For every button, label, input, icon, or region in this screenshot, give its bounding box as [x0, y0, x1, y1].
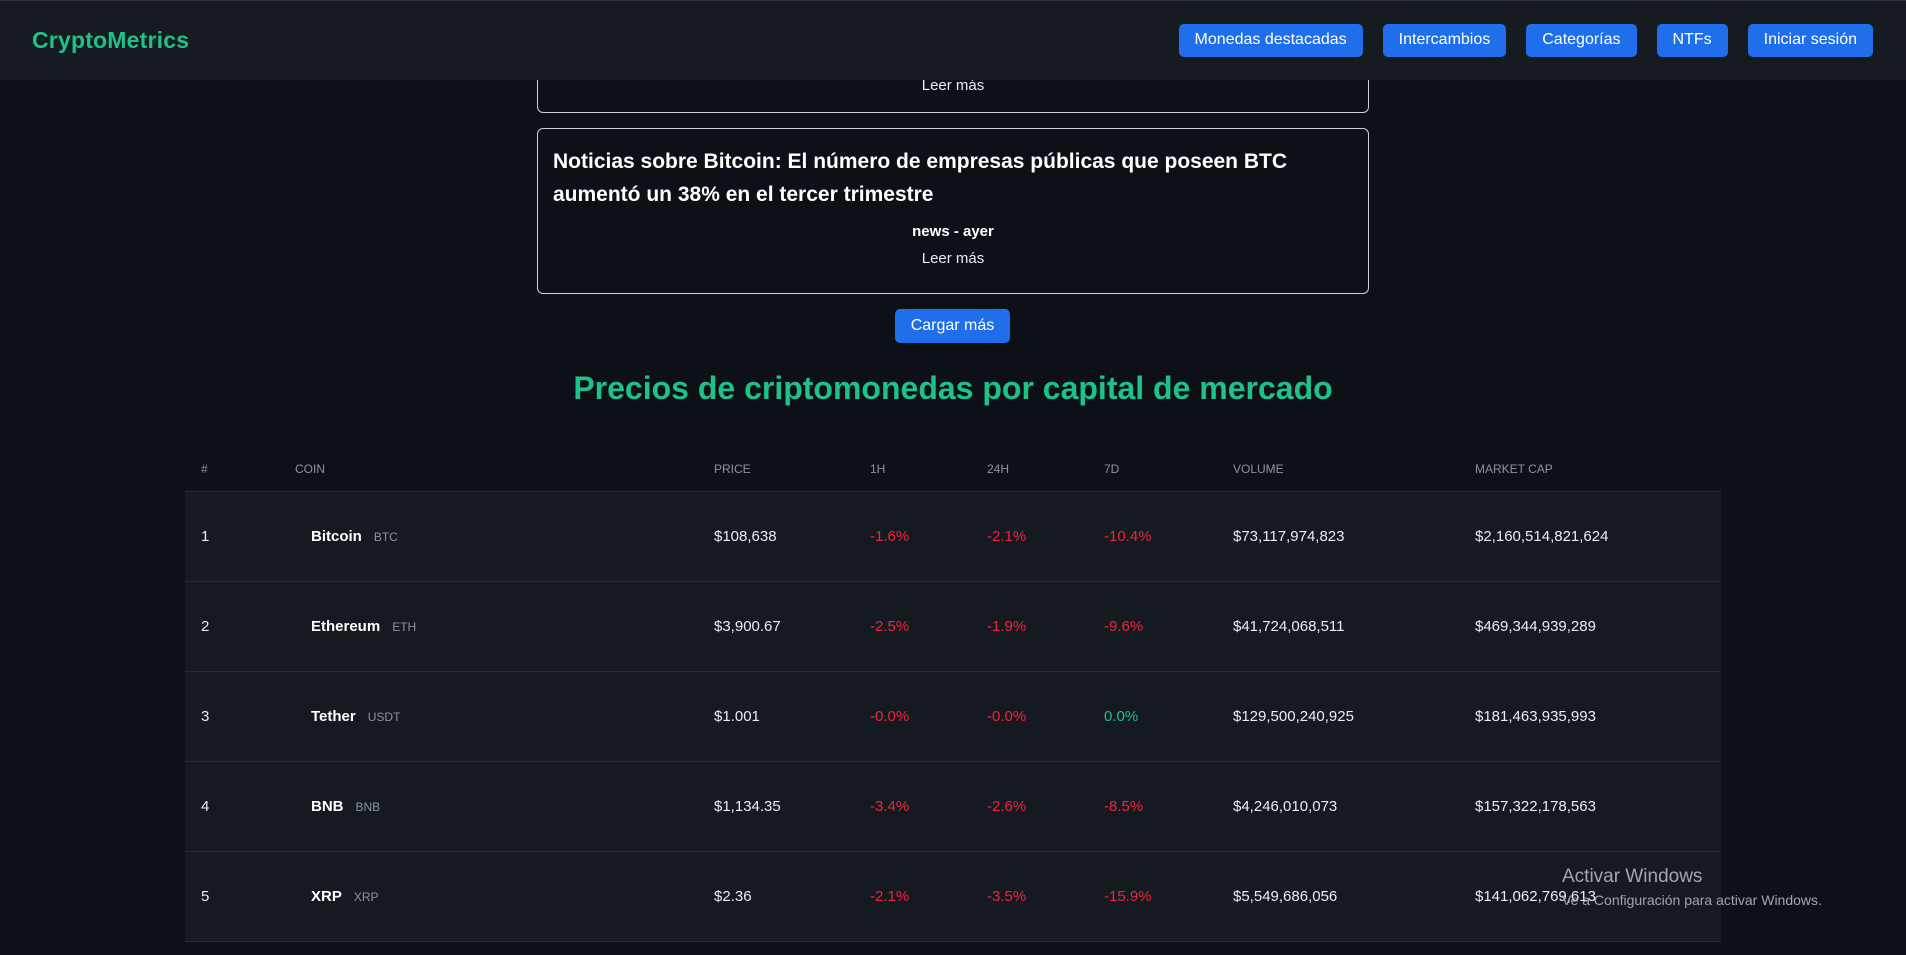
- market-section-title: Precios de criptomonedas por capital de …: [573, 370, 1333, 406]
- column-header-coin[interactable]: COIN: [263, 447, 698, 492]
- rank-cell: 2: [201, 617, 210, 635]
- table-row[interactable]: 3 Tether USDT $1.001 -0.0% -0.0% 0.0% $12…: [185, 671, 1721, 761]
- news-card: Noticias sobre Bitcoin: El número de emp…: [537, 128, 1369, 294]
- change-1h-cell: -0.0%: [870, 707, 910, 725]
- change-24h-cell: -2.6%: [987, 797, 1027, 815]
- news-title: Noticias sobre Bitcoin: El número de emp…: [553, 150, 1288, 206]
- column-header-rank[interactable]: #: [185, 447, 263, 492]
- change-7d-cell: -8.5%: [1104, 797, 1144, 815]
- coin-name[interactable]: Tether: [311, 708, 356, 725]
- coin-cell[interactable]: Ethereum ETH: [279, 618, 682, 635]
- market-cap-cell: $181,463,935,993: [1475, 707, 1596, 725]
- login-button[interactable]: Iniciar sesión: [1747, 23, 1873, 57]
- change-7d-cell: -15.9%: [1104, 887, 1152, 905]
- nav-featured-coins-button[interactable]: Monedas destacadas: [1178, 23, 1363, 57]
- coin-cell[interactable]: BNB BNB: [279, 798, 682, 815]
- volume-cell: $129,500,240,925: [1233, 707, 1354, 725]
- market-cap-cell: $157,322,178,563: [1475, 797, 1596, 815]
- price-cell: $1,134.35: [714, 797, 781, 815]
- market-table-container: # COIN PRICE 1H 24H 7D VOLUME MARKET CAP…: [185, 447, 1721, 942]
- column-header-volume[interactable]: VOLUME: [1217, 447, 1459, 492]
- load-more-button[interactable]: Cargar más: [895, 309, 1010, 343]
- column-header-7d[interactable]: 7D: [1088, 447, 1217, 492]
- coin-symbol: USDT: [367, 709, 401, 724]
- change-7d-cell: -9.6%: [1104, 617, 1144, 635]
- table-row[interactable]: 5 XRP XRP $2.36 -2.1% -3.5% -15.9% $5,549…: [185, 851, 1721, 941]
- table-row[interactable]: 1 Bitcoin BTC $108,638 -1.6% -2.1% -10.4%…: [185, 491, 1721, 581]
- column-header-price[interactable]: PRICE: [698, 447, 854, 492]
- rank-cell: 3: [201, 707, 210, 725]
- price-cell: $1.001: [714, 707, 760, 725]
- table-header-row: # COIN PRICE 1H 24H 7D VOLUME MARKET CAP: [185, 447, 1721, 492]
- market-cap-cell: $469,344,939,289: [1475, 617, 1596, 635]
- coin-cell[interactable]: XRP XRP: [279, 888, 682, 905]
- change-24h-cell: -1.9%: [987, 617, 1027, 635]
- change-1h-cell: -2.5%: [870, 617, 910, 635]
- price-cell: $2.36: [714, 887, 752, 905]
- coin-cell[interactable]: Tether USDT: [279, 708, 682, 725]
- change-7d-cell: -10.4%: [1104, 527, 1152, 545]
- windows-activation-watermark: Activar Windows Ve a Configuración para …: [1562, 866, 1822, 908]
- table-row[interactable]: 4 BNB BNB $1,134.35 -3.4% -2.6% -8.5% $4,…: [185, 761, 1721, 851]
- change-24h-cell: -3.5%: [987, 887, 1027, 905]
- coin-name[interactable]: XRP: [311, 888, 342, 905]
- nav-exchanges-button[interactable]: Intercambios: [1382, 23, 1507, 57]
- rank-cell: 5: [201, 887, 210, 905]
- change-1h-cell: -3.4%: [870, 797, 910, 815]
- volume-cell: $5,549,686,056: [1233, 887, 1338, 905]
- column-header-1h[interactable]: 1H: [854, 447, 971, 492]
- change-24h-cell: -0.0%: [987, 707, 1027, 725]
- market-cap-cell: $2,160,514,821,624: [1475, 527, 1609, 545]
- watermark-subtitle: Ve a Configuración para activar Windows.: [1562, 892, 1822, 908]
- coin-symbol: XRP: [353, 889, 379, 904]
- nav-nfts-button[interactable]: NTFs: [1656, 23, 1728, 57]
- nav-categories-button[interactable]: Categorías: [1526, 23, 1637, 57]
- change-7d-cell: 0.0%: [1104, 707, 1139, 725]
- coin-symbol: BTC: [373, 529, 398, 544]
- change-24h-cell: -2.1%: [987, 527, 1027, 545]
- news-meta: news - ayer: [912, 223, 994, 240]
- coin-symbol: ETH: [392, 619, 417, 634]
- change-1h-cell: -2.1%: [870, 887, 910, 905]
- column-header-24h[interactable]: 24H: [971, 447, 1088, 492]
- price-cell: $3,900.67: [714, 617, 781, 635]
- coin-name[interactable]: Bitcoin: [311, 528, 362, 545]
- column-header-market-cap[interactable]: MARKET CAP: [1459, 447, 1721, 492]
- volume-cell: $41,724,068,511: [1233, 617, 1345, 635]
- coin-name[interactable]: Ethereum: [311, 618, 380, 635]
- rank-cell: 4: [201, 797, 210, 815]
- change-1h-cell: -1.6%: [870, 527, 910, 545]
- price-cell: $108,638: [714, 527, 777, 545]
- nav-buttons: Monedas destacadas Intercambios Categorí…: [1178, 23, 1873, 57]
- rank-cell: 1: [201, 527, 210, 545]
- volume-cell: $73,117,974,823: [1233, 527, 1345, 545]
- coin-symbol: BNB: [355, 799, 381, 814]
- coin-cell[interactable]: Bitcoin BTC: [279, 528, 682, 545]
- market-table: # COIN PRICE 1H 24H 7D VOLUME MARKET CAP…: [185, 447, 1721, 942]
- watermark-title: Activar Windows: [1562, 866, 1703, 887]
- brand-logo[interactable]: CryptoMetrics: [32, 27, 189, 54]
- top-navbar: CryptoMetrics Monedas destacadas Interca…: [0, 0, 1906, 80]
- table-row[interactable]: 2 Ethereum ETH $3,900.67 -2.5% -1.9% -9.6…: [185, 581, 1721, 671]
- volume-cell: $4,246,010,073: [1233, 797, 1338, 815]
- read-more-link[interactable]: Leer más: [553, 250, 1353, 267]
- coin-name[interactable]: BNB: [311, 798, 344, 815]
